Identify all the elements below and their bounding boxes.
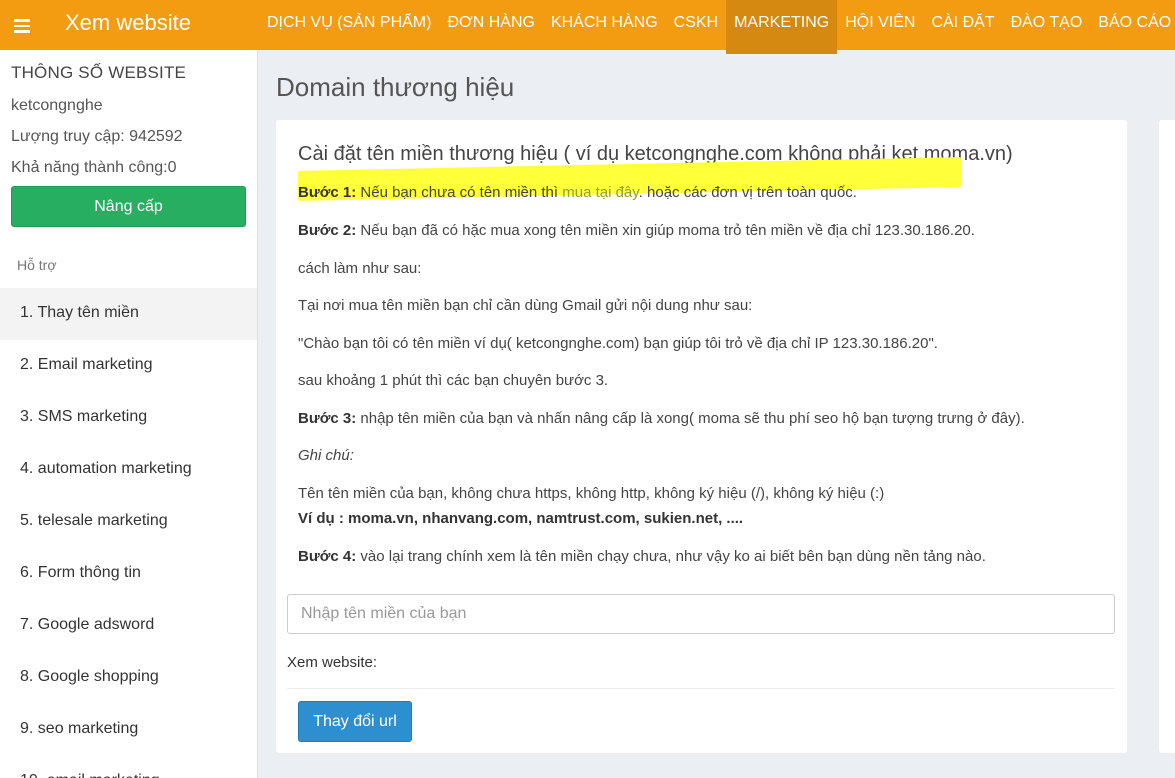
nav-orders[interactable]: ĐƠN HÀNG [439, 0, 543, 54]
divider [287, 688, 1115, 689]
sidebar-item-seo-marketing[interactable]: 9. seo marketing [0, 704, 257, 756]
top-navbar: Xem website DỊCH VỤ (SẢN PHẨM) ĐƠN HÀNG … [0, 0, 1175, 54]
sidebar-item-telesale-marketing[interactable]: 5. telesale marketing [0, 496, 257, 548]
sidebar-item-automation-marketing[interactable]: 4. automation marketing [0, 444, 257, 496]
domain-panel: Cài đặt tên miền thương hiệu ( ví dụ ket… [276, 120, 1127, 753]
upgrade-button[interactable]: Nâng cấp [11, 186, 246, 227]
success-rate: Khả năng thành công:0 [11, 159, 177, 176]
nav-customers[interactable]: KHÁCH HÀNG [543, 0, 666, 54]
nav-training[interactable]: ĐÀO TẠO [1003, 0, 1091, 54]
sidebar-menu: 1. Thay tên miền 2. Email marketing 3. S… [0, 288, 257, 778]
step-2: Bước 2: Nếu bạn đã có hặc mua xong tên m… [298, 222, 975, 239]
step-4-text: vào lại trang chính xem là tên miền chạy… [360, 548, 986, 565]
step-4-label: Bước 4: [298, 548, 357, 565]
brand-link[interactable]: Xem website [65, 10, 191, 36]
domain-input[interactable] [287, 594, 1115, 634]
nav-marketing[interactable]: MARKETING [726, 0, 838, 54]
sidebar-item-google-adsword[interactable]: 7. Google adsword [0, 600, 257, 652]
nav-reports[interactable]: BÁO CÁO [1090, 0, 1175, 54]
step-1-label: Bước 1: [298, 184, 357, 201]
sidebar: THÔNG SỐ WEBSITE ketcongnghe Lượng truy … [0, 50, 258, 778]
change-url-button[interactable]: Thay đổi url [298, 701, 412, 742]
step-1-end: . hoặc các đơn vị trên toàn quốc. [638, 184, 857, 201]
sidebar-item-form[interactable]: 6. Form thông tin [0, 548, 257, 600]
sidebar-title: THÔNG SỐ WEBSITE [11, 63, 187, 82]
domain-example: Ví dụ : moma.vn, nhanvang.com, namtrust.… [298, 510, 744, 527]
step-2-text: Nếu bạn đã có hặc mua xong tên miền xin … [360, 222, 975, 239]
view-website-label: Xem website: [287, 654, 378, 671]
traffic-count: Lượng truy cập: 942592 [11, 128, 183, 145]
right-panel-edge [1159, 120, 1175, 753]
nav-members[interactable]: HỘI VIÊN [837, 0, 923, 54]
step-1: Bước 1: Nếu bạn chưa có tên miền thì mua… [298, 184, 857, 201]
site-name: ketcongnghe [11, 97, 103, 114]
main-nav: DỊCH VỤ (SẢN PHẨM) ĐƠN HÀNG KHÁCH HÀNG C… [259, 0, 1175, 54]
gmail-instruction: Tại nơi mua tên miền bạn chỉ cần dùng Gm… [298, 297, 753, 314]
step-2-label: Bước 2: [298, 222, 357, 239]
nav-services[interactable]: DỊCH VỤ (SẢN PHẨM) [259, 0, 439, 54]
note-heading: Ghi chú: [298, 447, 354, 464]
nav-settings[interactable]: CÀI ĐẶT [923, 0, 1002, 54]
step-1-text: Nếu bạn chưa có tên miền thì [360, 184, 559, 201]
step-3-text: nhập tên miền của bạn và nhấn nâng cấp l… [360, 410, 1025, 427]
step-3: Bước 3: nhập tên miền của bạn và nhấn nâ… [298, 410, 1025, 427]
sidebar-item-email-marketing[interactable]: 2. Email marketing [0, 340, 257, 392]
support-heading: Hỗ trợ [17, 257, 57, 273]
step-3-label: Bước 3: [298, 410, 357, 427]
after-text: sau khoảng 1 phút thì các bạn chuyên bướ… [298, 372, 609, 389]
sidebar-item-google-shopping[interactable]: 8. Google shopping [0, 652, 257, 704]
buy-here-link[interactable]: mua tại đây [562, 184, 638, 201]
nav-cskh[interactable]: CSKH [666, 0, 726, 54]
domain-rule: Tên tên miền của bạn, không chưa https, … [298, 485, 885, 502]
hamburger-menu-icon[interactable] [14, 14, 34, 36]
sidebar-item-change-domain[interactable]: 1. Thay tên miền [0, 288, 257, 340]
sidebar-item-email-marketing-2[interactable]: 10. email marketing [0, 756, 257, 778]
sidebar-item-sms-marketing[interactable]: 3. SMS marketing [0, 392, 257, 444]
email-template-quote: "Chào bạn tôi có tên miền ví dụ( ketcong… [298, 335, 938, 352]
how-to-text: cách làm như sau: [298, 260, 422, 277]
step-4: Bước 4: vào lại trang chính xem là tên m… [298, 548, 986, 565]
page-title: Domain thương hiệu [276, 72, 515, 102]
